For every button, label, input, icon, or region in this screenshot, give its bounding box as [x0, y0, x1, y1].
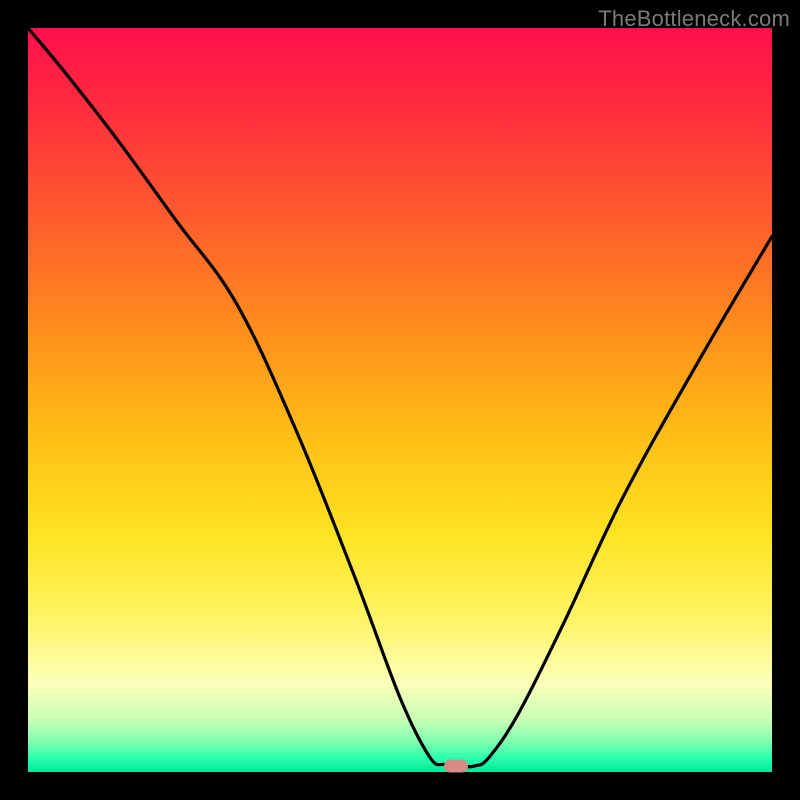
chart-frame: TheBottleneck.com	[0, 0, 800, 800]
plot-area	[28, 28, 772, 772]
bottleneck-curve	[28, 28, 772, 772]
curve-path	[28, 28, 772, 767]
optimal-point-marker	[444, 760, 468, 773]
